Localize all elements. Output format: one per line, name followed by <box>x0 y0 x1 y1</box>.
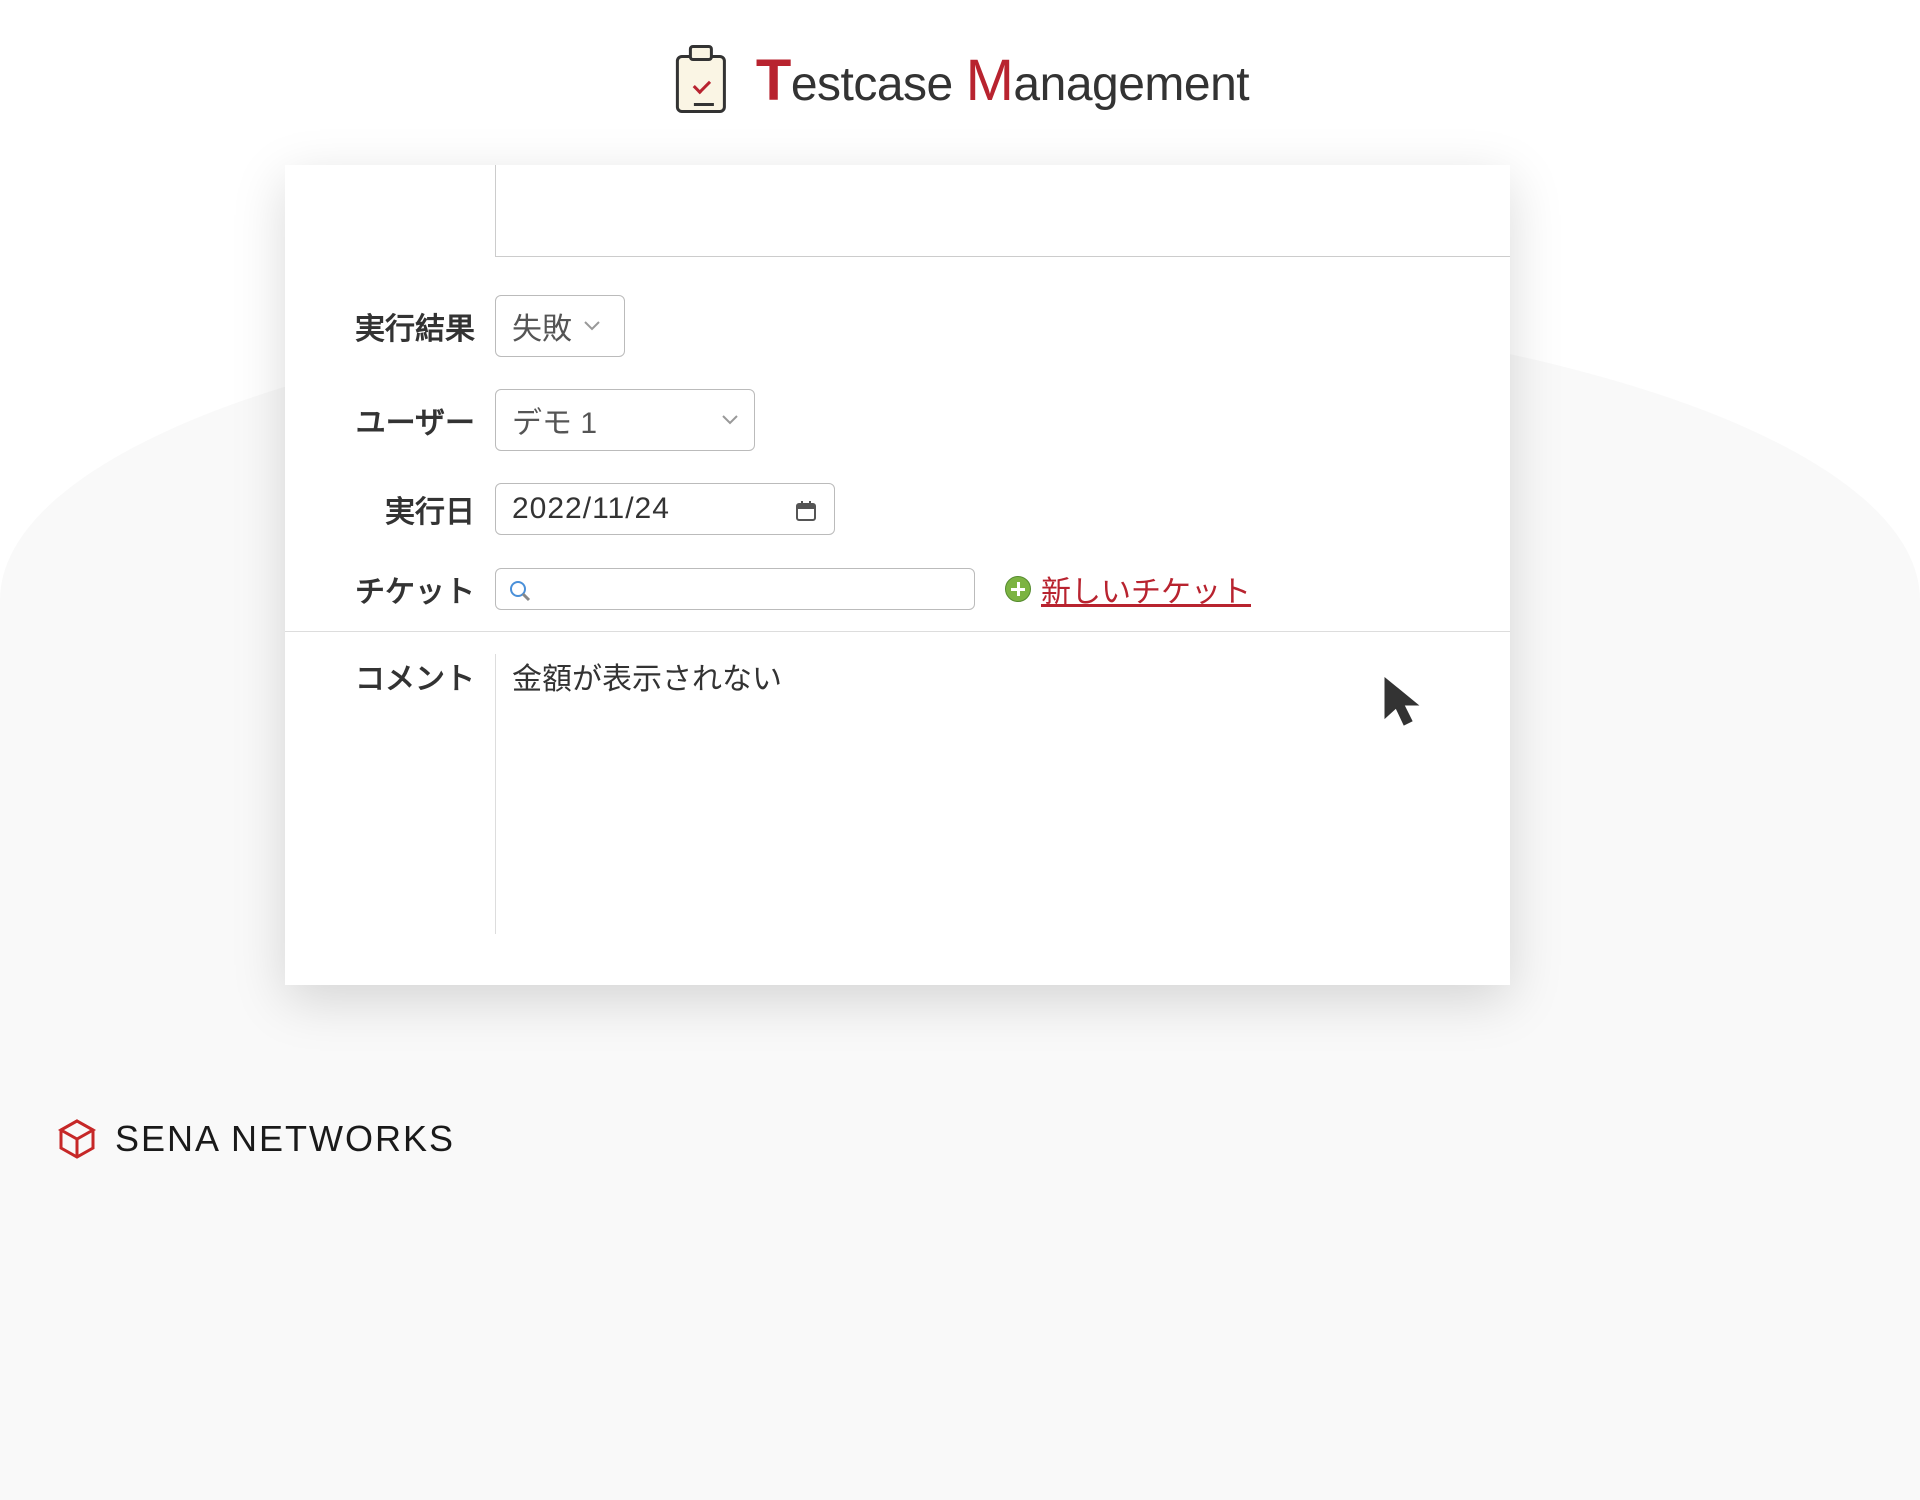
result-row: 実行結果 失敗 <box>285 295 1510 357</box>
user-label: ユーザー <box>320 398 495 442</box>
chevron-down-icon <box>722 415 738 425</box>
search-icon <box>508 577 532 601</box>
exec-date-value: 2022/11/24 <box>512 492 670 526</box>
clipboard-icon <box>671 45 731 115</box>
company-logo-icon <box>55 1117 99 1161</box>
result-value: 失敗 <box>512 304 572 348</box>
ticket-row: チケット 新しいチケット <box>285 567 1510 632</box>
user-value: デモ 1 <box>512 398 597 442</box>
new-ticket-text: 新しいチケット <box>1041 567 1251 611</box>
header: Testcase Management <box>671 45 1249 115</box>
user-row: ユーザー デモ 1 <box>285 389 1510 451</box>
result-select[interactable]: 失敗 <box>495 295 625 357</box>
footer-logo: SENA NETWORKS <box>55 1117 455 1161</box>
comment-row: コメント 金額が表示されない <box>285 632 1510 934</box>
company-name: SENA NETWORKS <box>115 1118 455 1160</box>
plus-icon <box>1005 576 1031 602</box>
ticket-search-input[interactable] <box>495 568 975 610</box>
form-card: 実行結果 失敗 ユーザー デモ 1 実行日 2022/11/24 <box>285 165 1510 985</box>
new-ticket-link[interactable]: 新しいチケット <box>1005 567 1251 611</box>
exec-date-row: 実行日 2022/11/24 <box>285 483 1510 535</box>
exec-date-input[interactable]: 2022/11/24 <box>495 483 835 535</box>
app-title: Testcase Management <box>756 47 1249 114</box>
comment-textarea[interactable]: 金額が表示されない <box>495 654 1510 934</box>
comment-label: コメント <box>320 654 495 698</box>
chevron-down-icon <box>584 321 600 331</box>
user-select[interactable]: デモ 1 <box>495 389 755 451</box>
exec-date-label: 実行日 <box>320 487 495 531</box>
ticket-label: チケット <box>320 567 495 611</box>
calendar-icon <box>794 497 818 521</box>
result-label: 実行結果 <box>320 304 495 348</box>
